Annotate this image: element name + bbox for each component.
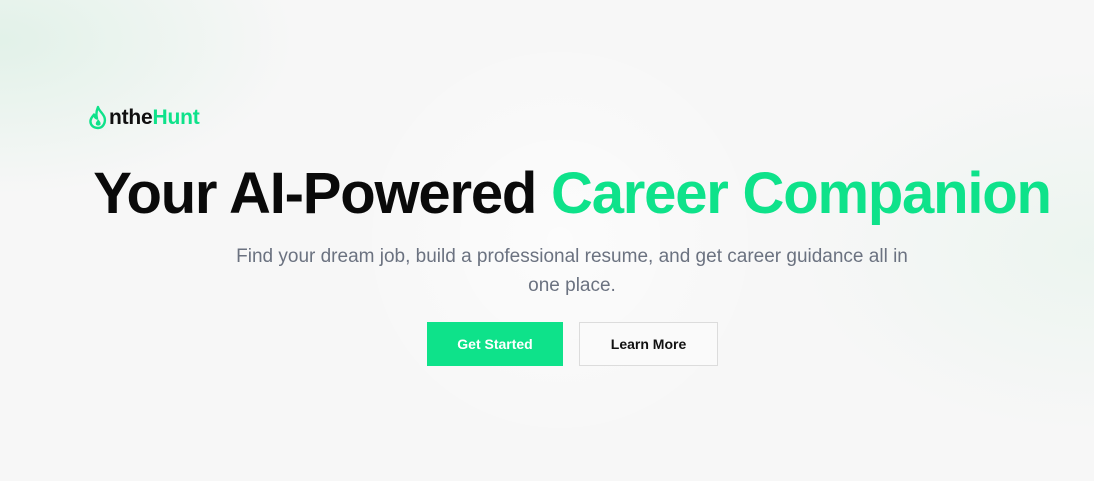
logo-text-primary: nthe <box>109 106 153 129</box>
brand-logo[interactable]: nthe Hunt <box>88 104 200 132</box>
hero-title-accent: Career Companion <box>551 161 1052 226</box>
hero-title-main: Your AI-Powered <box>93 161 552 226</box>
flame-icon <box>88 105 108 131</box>
learn-more-button[interactable]: Learn More <box>579 322 718 366</box>
background <box>0 0 1094 481</box>
hero-title: Your AI-Powered Career Companion <box>0 158 1094 230</box>
hero-subtitle: Find your dream job, build a professiona… <box>236 246 908 296</box>
get-started-button[interactable]: Get Started <box>427 322 563 366</box>
logo-text-accent: Hunt <box>152 106 200 129</box>
